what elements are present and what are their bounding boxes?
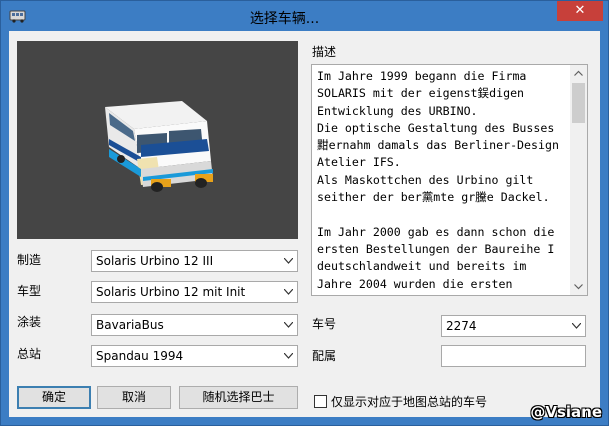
depot-filter-label[interactable]: 仅显示对应于地图总站的车号 (331, 393, 487, 410)
depot-filter-checkbox[interactable] (314, 395, 327, 408)
chevron-down-icon (280, 346, 297, 366)
description-scrollbar[interactable] (570, 65, 587, 295)
vehicle-number-label: 车号 (312, 317, 337, 331)
chevron-down-icon (280, 251, 297, 271)
depot-select[interactable]: Spandau 1994 (91, 345, 298, 367)
depot-value: Spandau 1994 (96, 349, 184, 363)
manufacturer-select[interactable]: Solaris Urbino 12 III (91, 250, 298, 272)
equipment-input[interactable] (441, 345, 586, 367)
chevron-down-icon (280, 315, 297, 335)
close-icon: ✕ (574, 3, 586, 18)
chevron-down-icon (280, 282, 297, 302)
description-label: 描述 (312, 45, 337, 59)
vehicle-preview (17, 41, 298, 239)
chevron-down-icon (568, 316, 585, 336)
dialog-content: 制造 Solaris Urbino 12 III 车型 Solaris Urbi… (9, 31, 600, 417)
watermark-text: @Vsiane (530, 403, 602, 421)
random-bus-button[interactable]: 随机选择巴士 (179, 386, 298, 409)
window-title: 选择车辆... (249, 11, 320, 27)
dialog-window: 选择车辆... ✕ 制造 Solaris Urbino 12 III 车型 So… (0, 0, 609, 426)
bus-preview-image (105, 101, 213, 192)
livery-select[interactable]: BavariaBus (91, 314, 298, 336)
description-text: Im Jahre 1999 begann die Firma SOLARIS m… (317, 69, 559, 291)
livery-label: 涂装 (17, 315, 42, 329)
model-value: Solaris Urbino 12 mit Init (96, 285, 246, 299)
model-select[interactable]: Solaris Urbino 12 mit Init (91, 281, 298, 303)
vehicle-number-value: 2274 (446, 319, 477, 333)
title-bar[interactable]: 选择车辆... ✕ (1, 1, 608, 31)
manufacturer-label: 制造 (17, 253, 42, 267)
model-label: 车型 (17, 284, 42, 298)
close-button[interactable]: ✕ (557, 1, 603, 21)
scrollbar-thumb[interactable] (572, 83, 585, 123)
vehicle-number-select[interactable]: 2274 (441, 315, 586, 337)
manufacturer-value: Solaris Urbino 12 III (96, 254, 214, 268)
equipment-label: 配属 (312, 349, 337, 363)
description-box[interactable]: Im Jahre 1999 begann die Firma SOLARIS m… (311, 64, 588, 296)
depot-label: 总站 (17, 347, 42, 361)
cancel-button[interactable]: 取消 (97, 386, 171, 409)
scroll-down-icon[interactable] (570, 278, 587, 295)
ok-button[interactable]: 确定 (17, 386, 91, 409)
scroll-up-icon[interactable] (570, 65, 587, 82)
livery-value: BavariaBus (96, 318, 164, 332)
